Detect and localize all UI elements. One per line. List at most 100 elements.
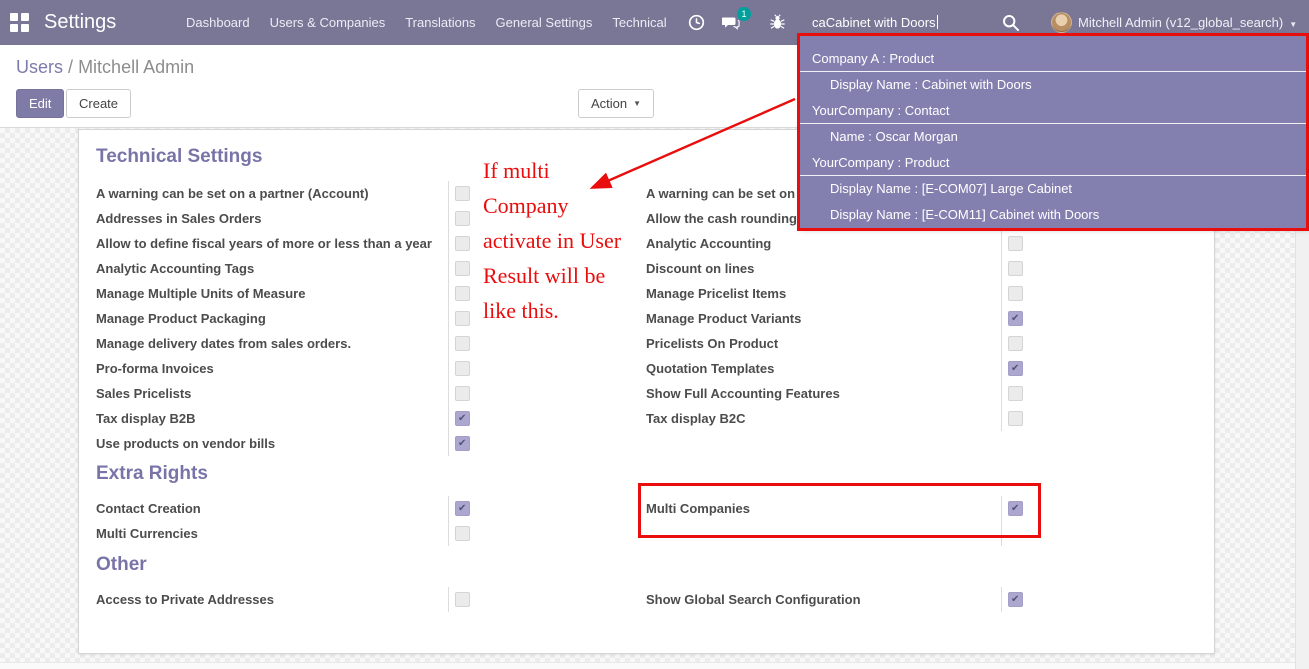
setting-row: Allow to define fiscal years of more or … [96, 231, 506, 256]
nav-menuitem-translations[interactable]: Translations [395, 15, 485, 30]
setting-label: Manage delivery dates from sales orders. [96, 336, 352, 351]
breadcrumb: Users / Mitchell Admin [16, 57, 195, 77]
search-result-category[interactable]: Company A : Product [800, 46, 1309, 72]
messages-count-badge[interactable]: 1 [737, 7, 751, 21]
chevron-down-icon: ▼ [633, 99, 642, 108]
checkbox-cell [1001, 496, 1056, 521]
checkbox[interactable] [455, 411, 470, 426]
checkbox-cell [1001, 231, 1056, 256]
setting-label: Addresses in Sales Orders [96, 211, 262, 226]
setting-row: Discount on lines [646, 256, 1056, 281]
search-result-item[interactable]: Display Name : Cabinet with Doors [800, 72, 1309, 98]
checkbox[interactable] [455, 261, 470, 276]
apps-grid-icon[interactable] [10, 13, 29, 32]
checkbox-cell [448, 406, 506, 431]
setting-label: Multi Currencies [96, 526, 198, 541]
action-dropdown-button[interactable]: Action ▼ [578, 89, 655, 118]
bottom-edge [0, 662, 1295, 669]
checkbox[interactable] [1008, 592, 1023, 607]
checkbox-cell [1001, 521, 1056, 546]
app-title: Settings [44, 11, 117, 33]
search-result-item[interactable]: Name : Oscar Morgan [800, 124, 1309, 150]
checkbox[interactable] [455, 386, 470, 401]
checkbox-cell [1001, 381, 1056, 406]
user-avatar[interactable] [1051, 12, 1072, 33]
setting-label: Manage Multiple Units of Measure [96, 286, 306, 301]
setting-row: Manage Pricelist Items [646, 281, 1056, 306]
annotation-note-line: Result will be [483, 263, 606, 288]
checkbox[interactable] [455, 436, 470, 451]
setting-row: Analytic Accounting [646, 231, 1056, 256]
nav-menuitem-dashboard[interactable]: Dashboard [176, 15, 260, 30]
setting-label: Multi Companies [646, 501, 751, 516]
setting-label: A warning can be set on a partner (Accou… [96, 186, 369, 201]
setting-label: Contact Creation [96, 501, 201, 516]
search-result-category[interactable]: YourCompany : Product [800, 150, 1309, 176]
checkbox[interactable] [455, 501, 470, 516]
nav-menuitem-technical[interactable]: Technical [602, 15, 676, 30]
annotation-note-line: like this. [483, 298, 559, 323]
checkbox[interactable] [1008, 361, 1023, 376]
checkbox[interactable] [1008, 386, 1023, 401]
setting-row: Pro-forma Invoices [96, 356, 506, 381]
checkbox[interactable] [455, 211, 470, 226]
checkbox[interactable] [455, 361, 470, 376]
search-result-category[interactable]: YourCompany : Contact [800, 98, 1309, 124]
checkbox-cell [1001, 281, 1056, 306]
setting-label: Manage Product Packaging [96, 311, 266, 326]
checkbox[interactable] [1008, 236, 1023, 251]
checkbox[interactable] [1008, 411, 1023, 426]
debug-bug-icon[interactable] [769, 14, 786, 31]
setting-label: Show Global Search Configuration [646, 592, 861, 607]
activities-clock-icon[interactable] [688, 14, 705, 31]
checkbox[interactable] [1008, 501, 1023, 516]
setting-row: A warning can be set on a partner (Accou… [96, 181, 506, 206]
nav-menuitem-users-companies[interactable]: Users & Companies [260, 15, 396, 30]
setting-row: Multi Currencies [96, 521, 506, 546]
setting-label: Analytic Accounting Tags [96, 261, 255, 276]
checkbox-cell [1001, 306, 1056, 331]
checkbox[interactable] [455, 186, 470, 201]
setting-row [646, 521, 1056, 546]
other-left-column: Access to Private Addresses [96, 587, 506, 612]
setting-row: Sales Pricelists [96, 381, 506, 406]
setting-label: Pro-forma Invoices [96, 361, 214, 376]
checkbox[interactable] [1008, 261, 1023, 276]
setting-row: Tax display B2B [96, 406, 506, 431]
setting-label: Tax display B2B [96, 411, 196, 426]
setting-row: Manage Product Packaging [96, 306, 506, 331]
setting-label: Tax display B2C [646, 411, 746, 426]
setting-label: Manage Pricelist Items [646, 286, 787, 301]
checkbox[interactable] [455, 592, 470, 607]
breadcrumb-users-link[interactable]: Users [16, 57, 63, 77]
checkbox[interactable] [455, 286, 470, 301]
setting-label: Use products on vendor bills [96, 436, 276, 451]
setting-row: Manage Product Variants [646, 306, 1056, 331]
checkbox[interactable] [1008, 336, 1023, 351]
breadcrumb-current: Mitchell Admin [78, 57, 195, 77]
setting-label: Show Full Accounting Features [646, 386, 840, 401]
setting-row: Show Full Accounting Features [646, 381, 1056, 406]
create-button[interactable]: Create [66, 89, 132, 118]
checkbox[interactable] [1008, 286, 1023, 301]
checkbox-cell [1001, 356, 1056, 381]
checkbox-cell [1001, 406, 1056, 431]
navbar-menu: Dashboard Users & Companies Translations Ge… [176, 0, 677, 45]
checkbox[interactable] [455, 526, 470, 541]
checkbox[interactable] [455, 236, 470, 251]
checkbox[interactable] [455, 336, 470, 351]
checkbox[interactable] [1008, 311, 1023, 326]
search-icon[interactable] [1002, 14, 1020, 32]
setting-label: Manage Product Variants [646, 311, 802, 326]
edit-button[interactable]: Edit [16, 89, 65, 118]
checkbox[interactable] [455, 311, 470, 326]
search-result-item[interactable]: Display Name : [E-COM07] Large Cabinet [800, 176, 1309, 202]
search-result-item[interactable]: Display Name : [E-COM11] Cabinet with Do… [800, 202, 1309, 228]
checkbox-cell [448, 381, 506, 406]
annotation-note-line: activate in User [483, 228, 622, 253]
nav-menuitem-general-settings[interactable]: General Settings [486, 15, 603, 30]
setting-row: Use products on vendor bills [96, 431, 506, 456]
extra-rights-left-column: Contact Creation Multi Currencies [96, 496, 506, 546]
setting-label: Analytic Accounting [646, 236, 772, 251]
checkbox-cell [448, 521, 506, 546]
